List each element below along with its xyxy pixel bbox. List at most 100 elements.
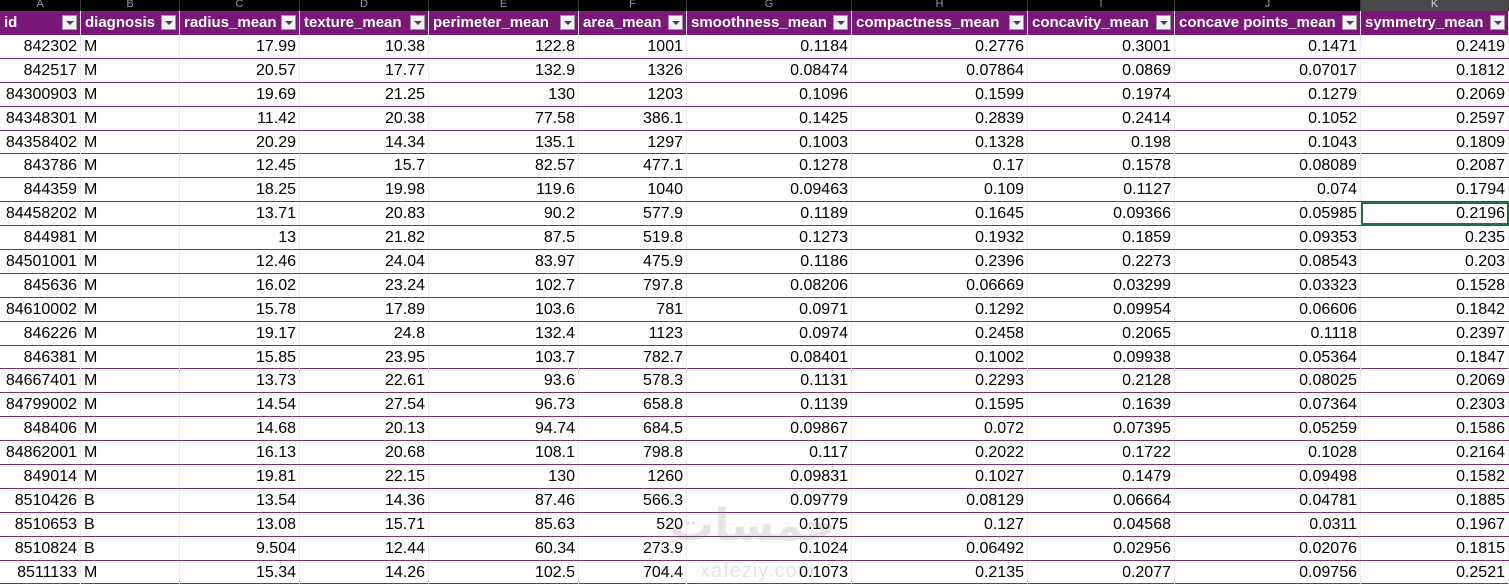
cell-diagnosis[interactable]: M	[81, 297, 180, 321]
filter-dropdown-icon[interactable]	[1156, 15, 1171, 30]
cell-area-mean[interactable]: 781	[579, 297, 687, 321]
cell-diagnosis[interactable]: B	[81, 536, 180, 560]
filter-dropdown-icon[interactable]	[1490, 15, 1505, 30]
cell-symmetry-mean[interactable]: 0.1842	[1361, 297, 1509, 321]
cell-concave-points-mean[interactable]: 0.05364	[1175, 345, 1361, 369]
cell-symmetry-mean[interactable]: 0.2196	[1361, 202, 1509, 226]
cell-smoothness-mean[interactable]: 0.08474	[687, 58, 852, 82]
cell-compactness-mean[interactable]: 0.2458	[852, 321, 1028, 345]
cell-radius-mean[interactable]: 13.08	[180, 512, 300, 536]
cell-concave-points-mean[interactable]: 0.08025	[1175, 369, 1361, 393]
header-cell[interactable]: id	[0, 11, 81, 35]
cell-diagnosis[interactable]: M	[81, 345, 180, 369]
cell-smoothness-mean[interactable]: 0.1024	[687, 536, 852, 560]
cell-area-mean[interactable]: 1040	[579, 178, 687, 202]
cell-smoothness-mean[interactable]: 0.1278	[687, 154, 852, 178]
cell-concave-points-mean[interactable]: 0.04781	[1175, 488, 1361, 512]
cell-concave-points-mean[interactable]: 0.09498	[1175, 465, 1361, 489]
cell-perimeter-mean[interactable]: 60.34	[429, 536, 579, 560]
cell-concave-points-mean[interactable]: 0.1471	[1175, 35, 1361, 58]
cell-diagnosis[interactable]: M	[81, 106, 180, 130]
cell-diagnosis[interactable]: M	[81, 226, 180, 250]
cell-concavity-mean[interactable]: 0.1127	[1028, 178, 1175, 202]
cell-id[interactable]: 8510653	[0, 512, 81, 536]
cell-concave-points-mean[interactable]: 0.1028	[1175, 441, 1361, 465]
cell-concave-points-mean[interactable]: 0.1279	[1175, 82, 1361, 106]
cell-concavity-mean[interactable]: 0.09366	[1028, 202, 1175, 226]
cell-compactness-mean[interactable]: 0.1002	[852, 345, 1028, 369]
column-letter-header[interactable]: ABCDEFGHIJK	[0, 0, 1509, 11]
cell-compactness-mean[interactable]: 0.2135	[852, 560, 1028, 584]
cell-perimeter-mean[interactable]: 85.63	[429, 512, 579, 536]
cell-area-mean[interactable]: 1297	[579, 130, 687, 154]
header-cell[interactable]: area_mean	[579, 11, 687, 35]
filter-dropdown-icon[interactable]	[560, 15, 575, 30]
cell-compactness-mean[interactable]: 0.1645	[852, 202, 1028, 226]
cell-id[interactable]: 846381	[0, 345, 81, 369]
cell-concave-points-mean[interactable]: 0.0311	[1175, 512, 1361, 536]
cell-texture-mean[interactable]: 15.7	[300, 154, 429, 178]
cell-smoothness-mean[interactable]: 0.0971	[687, 297, 852, 321]
filter-dropdown-icon[interactable]	[1009, 15, 1024, 30]
cell-symmetry-mean[interactable]: 0.1582	[1361, 465, 1509, 489]
cell-smoothness-mean[interactable]: 0.1189	[687, 202, 852, 226]
cell-texture-mean[interactable]: 10.38	[300, 35, 429, 58]
cell-id[interactable]: 844981	[0, 226, 81, 250]
cell-id[interactable]: 84348301	[0, 106, 81, 130]
column-letter-j[interactable]: J	[1175, 0, 1361, 11]
cell-concavity-mean[interactable]: 0.2273	[1028, 250, 1175, 274]
cell-area-mean[interactable]: 798.8	[579, 441, 687, 465]
cell-concavity-mean[interactable]: 0.1974	[1028, 82, 1175, 106]
cell-perimeter-mean[interactable]: 119.6	[429, 178, 579, 202]
cell-compactness-mean[interactable]: 0.06669	[852, 273, 1028, 297]
cell-compactness-mean[interactable]: 0.1027	[852, 465, 1028, 489]
cell-symmetry-mean[interactable]: 0.1794	[1361, 178, 1509, 202]
cell-radius-mean[interactable]: 13	[180, 226, 300, 250]
filter-dropdown-icon[interactable]	[281, 15, 296, 30]
cell-concavity-mean[interactable]: 0.1639	[1028, 393, 1175, 417]
header-cell[interactable]: smoothness_mean	[687, 11, 852, 35]
cell-symmetry-mean[interactable]: 0.2069	[1361, 82, 1509, 106]
cell-compactness-mean[interactable]: 0.1595	[852, 393, 1028, 417]
cell-radius-mean[interactable]: 12.46	[180, 250, 300, 274]
cell-texture-mean[interactable]: 23.95	[300, 345, 429, 369]
cell-radius-mean[interactable]: 16.13	[180, 441, 300, 465]
header-cell[interactable]: symmetry_mean	[1361, 11, 1509, 35]
column-letter-k[interactable]: K	[1361, 0, 1509, 11]
cell-area-mean[interactable]: 566.3	[579, 488, 687, 512]
cell-radius-mean[interactable]: 16.02	[180, 273, 300, 297]
cell-symmetry-mean[interactable]: 0.2164	[1361, 441, 1509, 465]
cell-area-mean[interactable]: 1203	[579, 82, 687, 106]
cell-smoothness-mean[interactable]: 0.1184	[687, 35, 852, 58]
cell-smoothness-mean[interactable]: 0.1096	[687, 82, 852, 106]
cell-concavity-mean[interactable]: 0.0869	[1028, 58, 1175, 82]
cell-smoothness-mean[interactable]: 0.1003	[687, 130, 852, 154]
column-letter-d[interactable]: D	[300, 0, 429, 11]
column-letter-f[interactable]: F	[579, 0, 687, 11]
cell-diagnosis[interactable]: M	[81, 154, 180, 178]
cell-smoothness-mean[interactable]: 0.09867	[687, 417, 852, 441]
cell-radius-mean[interactable]: 17.99	[180, 35, 300, 58]
cell-symmetry-mean[interactable]: 0.1528	[1361, 273, 1509, 297]
cell-symmetry-mean[interactable]: 0.2521	[1361, 560, 1509, 584]
cell-compactness-mean[interactable]: 0.1599	[852, 82, 1028, 106]
cell-id[interactable]: 846226	[0, 321, 81, 345]
cell-texture-mean[interactable]: 14.26	[300, 560, 429, 584]
column-letter-g[interactable]: G	[687, 0, 852, 11]
filter-dropdown-icon[interactable]	[668, 15, 683, 30]
cell-id[interactable]: 844359	[0, 178, 81, 202]
cell-perimeter-mean[interactable]: 77.58	[429, 106, 579, 130]
cell-diagnosis[interactable]: M	[81, 202, 180, 226]
cell-id[interactable]: 8510426	[0, 488, 81, 512]
cell-id[interactable]: 843786	[0, 154, 81, 178]
cell-compactness-mean[interactable]: 0.2293	[852, 369, 1028, 393]
cell-compactness-mean[interactable]: 0.2839	[852, 106, 1028, 130]
cell-symmetry-mean[interactable]: 0.2069	[1361, 369, 1509, 393]
cell-concave-points-mean[interactable]: 0.074	[1175, 178, 1361, 202]
cell-symmetry-mean[interactable]: 0.203	[1361, 250, 1509, 274]
filter-dropdown-icon[interactable]	[1342, 15, 1357, 30]
cell-symmetry-mean[interactable]: 0.1815	[1361, 536, 1509, 560]
cell-texture-mean[interactable]: 17.89	[300, 297, 429, 321]
cell-perimeter-mean[interactable]: 102.5	[429, 560, 579, 584]
cell-concave-points-mean[interactable]: 0.1118	[1175, 321, 1361, 345]
